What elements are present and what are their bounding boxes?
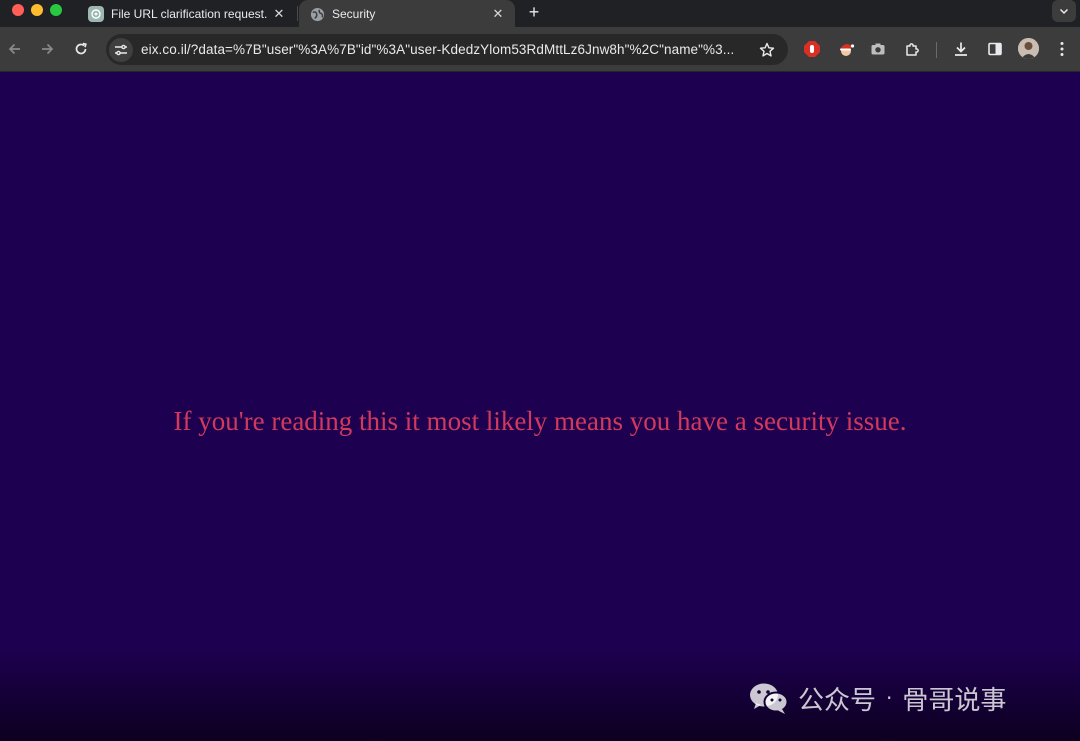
browser-toolbar: eix.co.il/?data=%7B"user"%3A%7B"id"%3A"u…: [0, 27, 1080, 72]
chevron-down-icon: [1059, 8, 1069, 15]
forward-button[interactable]: [35, 37, 59, 61]
new-tab-button[interactable]: +: [523, 1, 545, 23]
santa-extension-button[interactable]: [834, 37, 858, 61]
download-icon: [955, 42, 967, 56]
star-icon: [759, 42, 775, 57]
tab-close-button[interactable]: ✕: [489, 5, 507, 23]
browser-menu-button[interactable]: [1050, 37, 1074, 61]
wechat-icon: [750, 683, 789, 714]
tab-strip: File URL clarification request. ✕ Securi…: [0, 0, 1080, 28]
back-button[interactable]: [3, 37, 27, 61]
arrow-right-icon: [42, 43, 54, 55]
person-icon: [1018, 38, 1039, 59]
tune-icon: [115, 44, 127, 55]
page-content: If you're reading this it most likely me…: [0, 72, 1080, 741]
side-panel-button[interactable]: [983, 37, 1007, 61]
reload-icon: [75, 42, 87, 55]
globe-icon: [309, 6, 325, 22]
screenshot-extension-button[interactable]: [866, 37, 890, 61]
address-bar[interactable]: eix.co.il/?data=%7B"user"%3A%7B"id"%3A"u…: [106, 34, 788, 65]
extensions-button[interactable]: [900, 37, 924, 61]
tab-title: Security: [332, 7, 376, 21]
adblock-extension-button[interactable]: [800, 37, 824, 61]
arrow-left-icon: [8, 43, 20, 55]
kebab-menu-icon: [1060, 42, 1064, 56]
side-panel-icon: [988, 42, 1002, 56]
tab-file-url-clarification[interactable]: File URL clarification request. ✕: [78, 0, 296, 27]
url-text[interactable]: eix.co.il/?data=%7B"user"%3A%7B"id"%3A"u…: [141, 42, 754, 57]
watermark-label: 公众号: [798, 685, 877, 716]
tab-security[interactable]: Security ✕: [299, 0, 515, 28]
downloads-button[interactable]: [949, 37, 973, 61]
watermark: 公众号 · 骨哥说事: [748, 680, 1006, 716]
stop-hand-icon: [804, 41, 820, 57]
tab-title: File URL clarification request.: [111, 6, 268, 21]
watermark-author: 骨哥说事: [902, 685, 1007, 716]
site-info-button[interactable]: [109, 37, 133, 62]
tab-divider: [297, 6, 298, 21]
puzzle-icon: [905, 42, 919, 56]
camera-icon: [871, 43, 885, 55]
watermark-separator: ·: [886, 686, 893, 710]
security-message: If you're reading this it most likely me…: [173, 406, 907, 436]
reload-button[interactable]: [69, 37, 93, 61]
chatgpt-icon: [88, 5, 104, 22]
tab-close-button[interactable]: ✕: [270, 5, 288, 23]
window-minimize-button[interactable]: [31, 4, 43, 16]
window-maximize-button[interactable]: [50, 4, 62, 16]
profile-avatar[interactable]: [1018, 38, 1039, 59]
bookmark-button[interactable]: [754, 37, 780, 63]
santa-hat-icon: [840, 44, 855, 56]
toolbar-separator: [936, 42, 937, 58]
window-close-button[interactable]: [12, 4, 24, 16]
tab-search-button[interactable]: [1052, 0, 1076, 22]
